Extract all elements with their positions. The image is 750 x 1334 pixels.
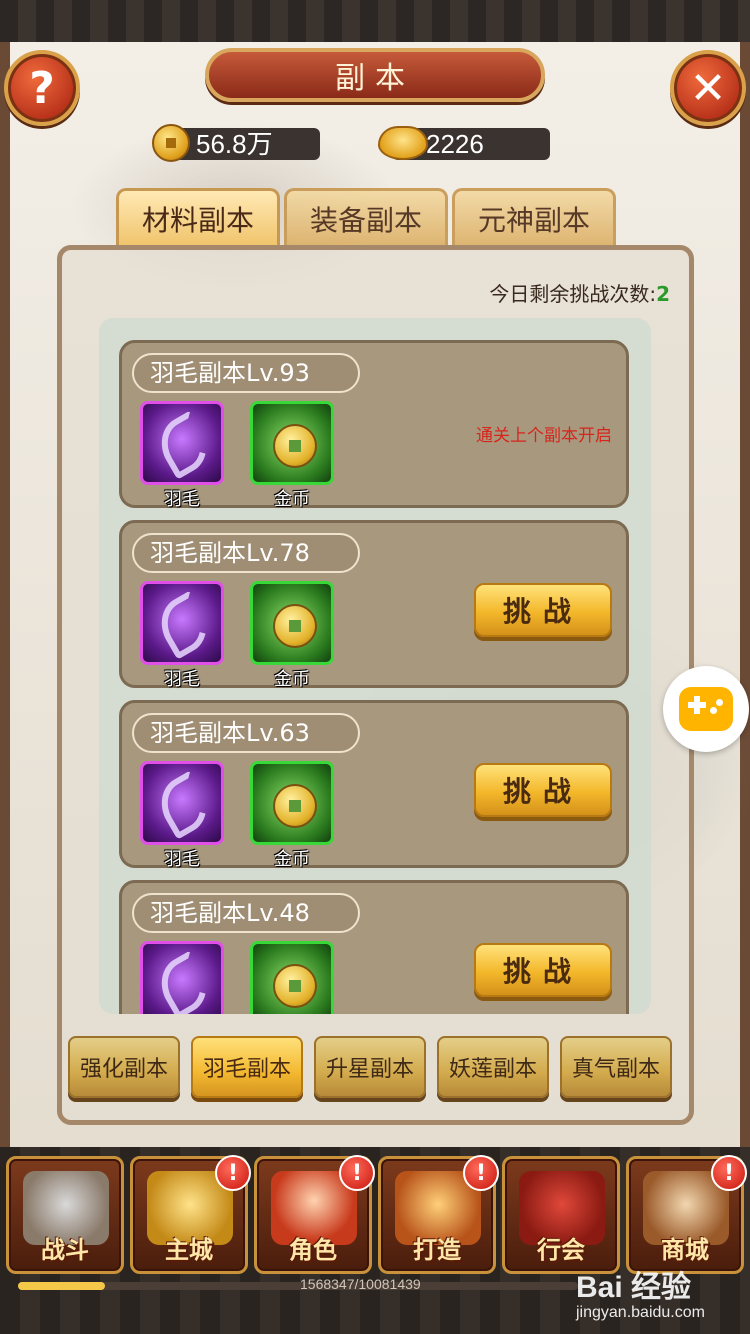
tab-material-dungeon[interactable]: 材料副本 [116, 188, 280, 246]
alert-badge: ! [711, 1155, 747, 1191]
coin-amount: 56.8万 [196, 129, 273, 159]
reward-feather[interactable] [140, 581, 224, 665]
gamepad-icon [679, 687, 733, 731]
remaining-attempts: 今日剩余挑战次数:2 [489, 278, 670, 307]
tab-label: 材料副本 [141, 203, 254, 237]
remaining-count: 2 [656, 282, 670, 306]
nav-label: 战斗 [41, 1236, 89, 1264]
subtab-lotus-dungeon[interactable]: 妖莲副本 [437, 1036, 549, 1098]
nav-label: 行会 [537, 1236, 585, 1264]
feather-icon [150, 590, 218, 660]
ingot-amount: 2226 [426, 129, 484, 159]
subtab-star-dungeon[interactable]: 升星副本 [314, 1036, 426, 1098]
dungeon-title: 羽毛副本Lv.78 [132, 533, 360, 573]
reward-label: 金币 [274, 489, 310, 510]
nav-guild[interactable]: 行会 [502, 1156, 620, 1274]
tab-label: 元神副本 [477, 203, 590, 237]
ingot-balance: 2226 [378, 126, 550, 160]
experience-fill [18, 1282, 106, 1290]
reward-label: 羽毛 [164, 489, 200, 510]
alert-badge: ! [215, 1155, 251, 1191]
gold-coin-icon [273, 424, 317, 468]
nav-label: 角色 [289, 1236, 337, 1264]
coin-icon [152, 124, 190, 162]
nav-label: 商城 [661, 1236, 709, 1264]
reward-label: 羽毛 [164, 849, 200, 870]
challenge-button[interactable]: 挑战 [474, 583, 612, 637]
reward-gold-coin[interactable] [250, 761, 334, 845]
coin-balance: 56.8万 [152, 124, 320, 162]
reward-gold-coin[interactable] [250, 581, 334, 665]
subtab-label: 升星副本 [325, 1057, 414, 1082]
tab-spirit-dungeon[interactable]: 元神副本 [452, 188, 616, 246]
watermark-brand: Bai 经验 [576, 1271, 692, 1304]
dungeon-list[interactable]: 羽毛副本Lv.93 羽毛 金币 通关上个副本开启 羽毛副本Lv.78 羽毛 金币… [99, 318, 651, 1014]
feather-icon [150, 950, 218, 1014]
experience-bar [18, 1282, 578, 1290]
alert-badge: ! [463, 1155, 499, 1191]
nav-forge[interactable]: 打造 ! [378, 1155, 499, 1274]
challenge-button[interactable]: 挑战 [474, 943, 612, 997]
watermark: Bai 经验 jingyan.baidu.com [576, 1262, 705, 1322]
tab-label: 装备副本 [309, 203, 422, 237]
reward-feather[interactable] [140, 941, 224, 1014]
subtab-feather-dungeon[interactable]: 羽毛副本 [191, 1036, 303, 1098]
window-title-bar: 副本 [205, 48, 545, 102]
dungeon-title: 羽毛副本Lv.63 [132, 713, 360, 753]
gold-ingot-icon [378, 126, 428, 160]
help-button[interactable]: ? [4, 50, 80, 126]
dungeon-title: 羽毛副本Lv.93 [132, 353, 360, 393]
alert-badge: ! [339, 1155, 375, 1191]
remaining-label: 今日剩余挑战次数: [489, 282, 657, 306]
nav-character[interactable]: 角色 ! [254, 1155, 375, 1274]
reward-gold-coin[interactable] [250, 941, 334, 1014]
dungeon-card: 羽毛副本Lv.78 羽毛 金币 挑战 [119, 520, 629, 690]
dungeon-title: 羽毛副本Lv.48 [132, 893, 360, 933]
subtab-qi-dungeon[interactable]: 真气副本 [560, 1036, 672, 1098]
floating-game-button[interactable] [663, 666, 749, 752]
gold-coin-icon [273, 964, 317, 1008]
watermark-url: jingyan.baidu.com [576, 1304, 705, 1321]
feather-icon [150, 410, 218, 480]
nav-battle[interactable]: 战斗 [6, 1156, 124, 1274]
question-mark-icon: ? [29, 62, 55, 114]
reward-label: 羽毛 [164, 669, 200, 690]
top-border [0, 0, 750, 42]
reward-feather[interactable] [140, 401, 224, 485]
subtab-label: 羽毛副本 [202, 1057, 291, 1082]
unlock-hint: 通关上个副本开启 [476, 426, 612, 446]
reward-label: 金币 [274, 849, 310, 870]
subtab-label: 妖莲副本 [448, 1057, 537, 1082]
challenge-button[interactable]: 挑战 [474, 763, 612, 817]
gold-coin-icon [273, 604, 317, 648]
reward-gold-coin[interactable] [250, 401, 334, 485]
feather-icon [150, 770, 218, 840]
nav-label: 主城 [165, 1236, 213, 1264]
subtab-label: 强化副本 [79, 1057, 168, 1082]
reward-feather[interactable] [140, 761, 224, 845]
gold-coin-icon [273, 784, 317, 828]
reward-label: 金币 [274, 669, 310, 690]
tab-equipment-dungeon[interactable]: 装备副本 [284, 188, 448, 246]
subtab-enhance-dungeon[interactable]: 强化副本 [68, 1036, 180, 1098]
nav-shop[interactable]: 商城 ! [626, 1155, 747, 1274]
close-icon: ✕ [689, 62, 727, 114]
window-title: 副本 [335, 61, 415, 96]
dungeon-card: 羽毛副本Lv.93 羽毛 金币 通关上个副本开启 [119, 340, 629, 510]
close-button[interactable]: ✕ [670, 50, 746, 126]
nav-label: 打造 [413, 1236, 461, 1264]
subtab-label: 真气副本 [571, 1057, 660, 1082]
dungeon-card: 羽毛副本Lv.63 羽毛 金币 挑战 [119, 700, 629, 870]
dungeon-card: 羽毛副本Lv.48 挑战 [119, 880, 629, 1014]
experience-text: 1568347/10081439 [300, 1276, 421, 1292]
nav-main-city[interactable]: 主城 ! [130, 1155, 251, 1274]
